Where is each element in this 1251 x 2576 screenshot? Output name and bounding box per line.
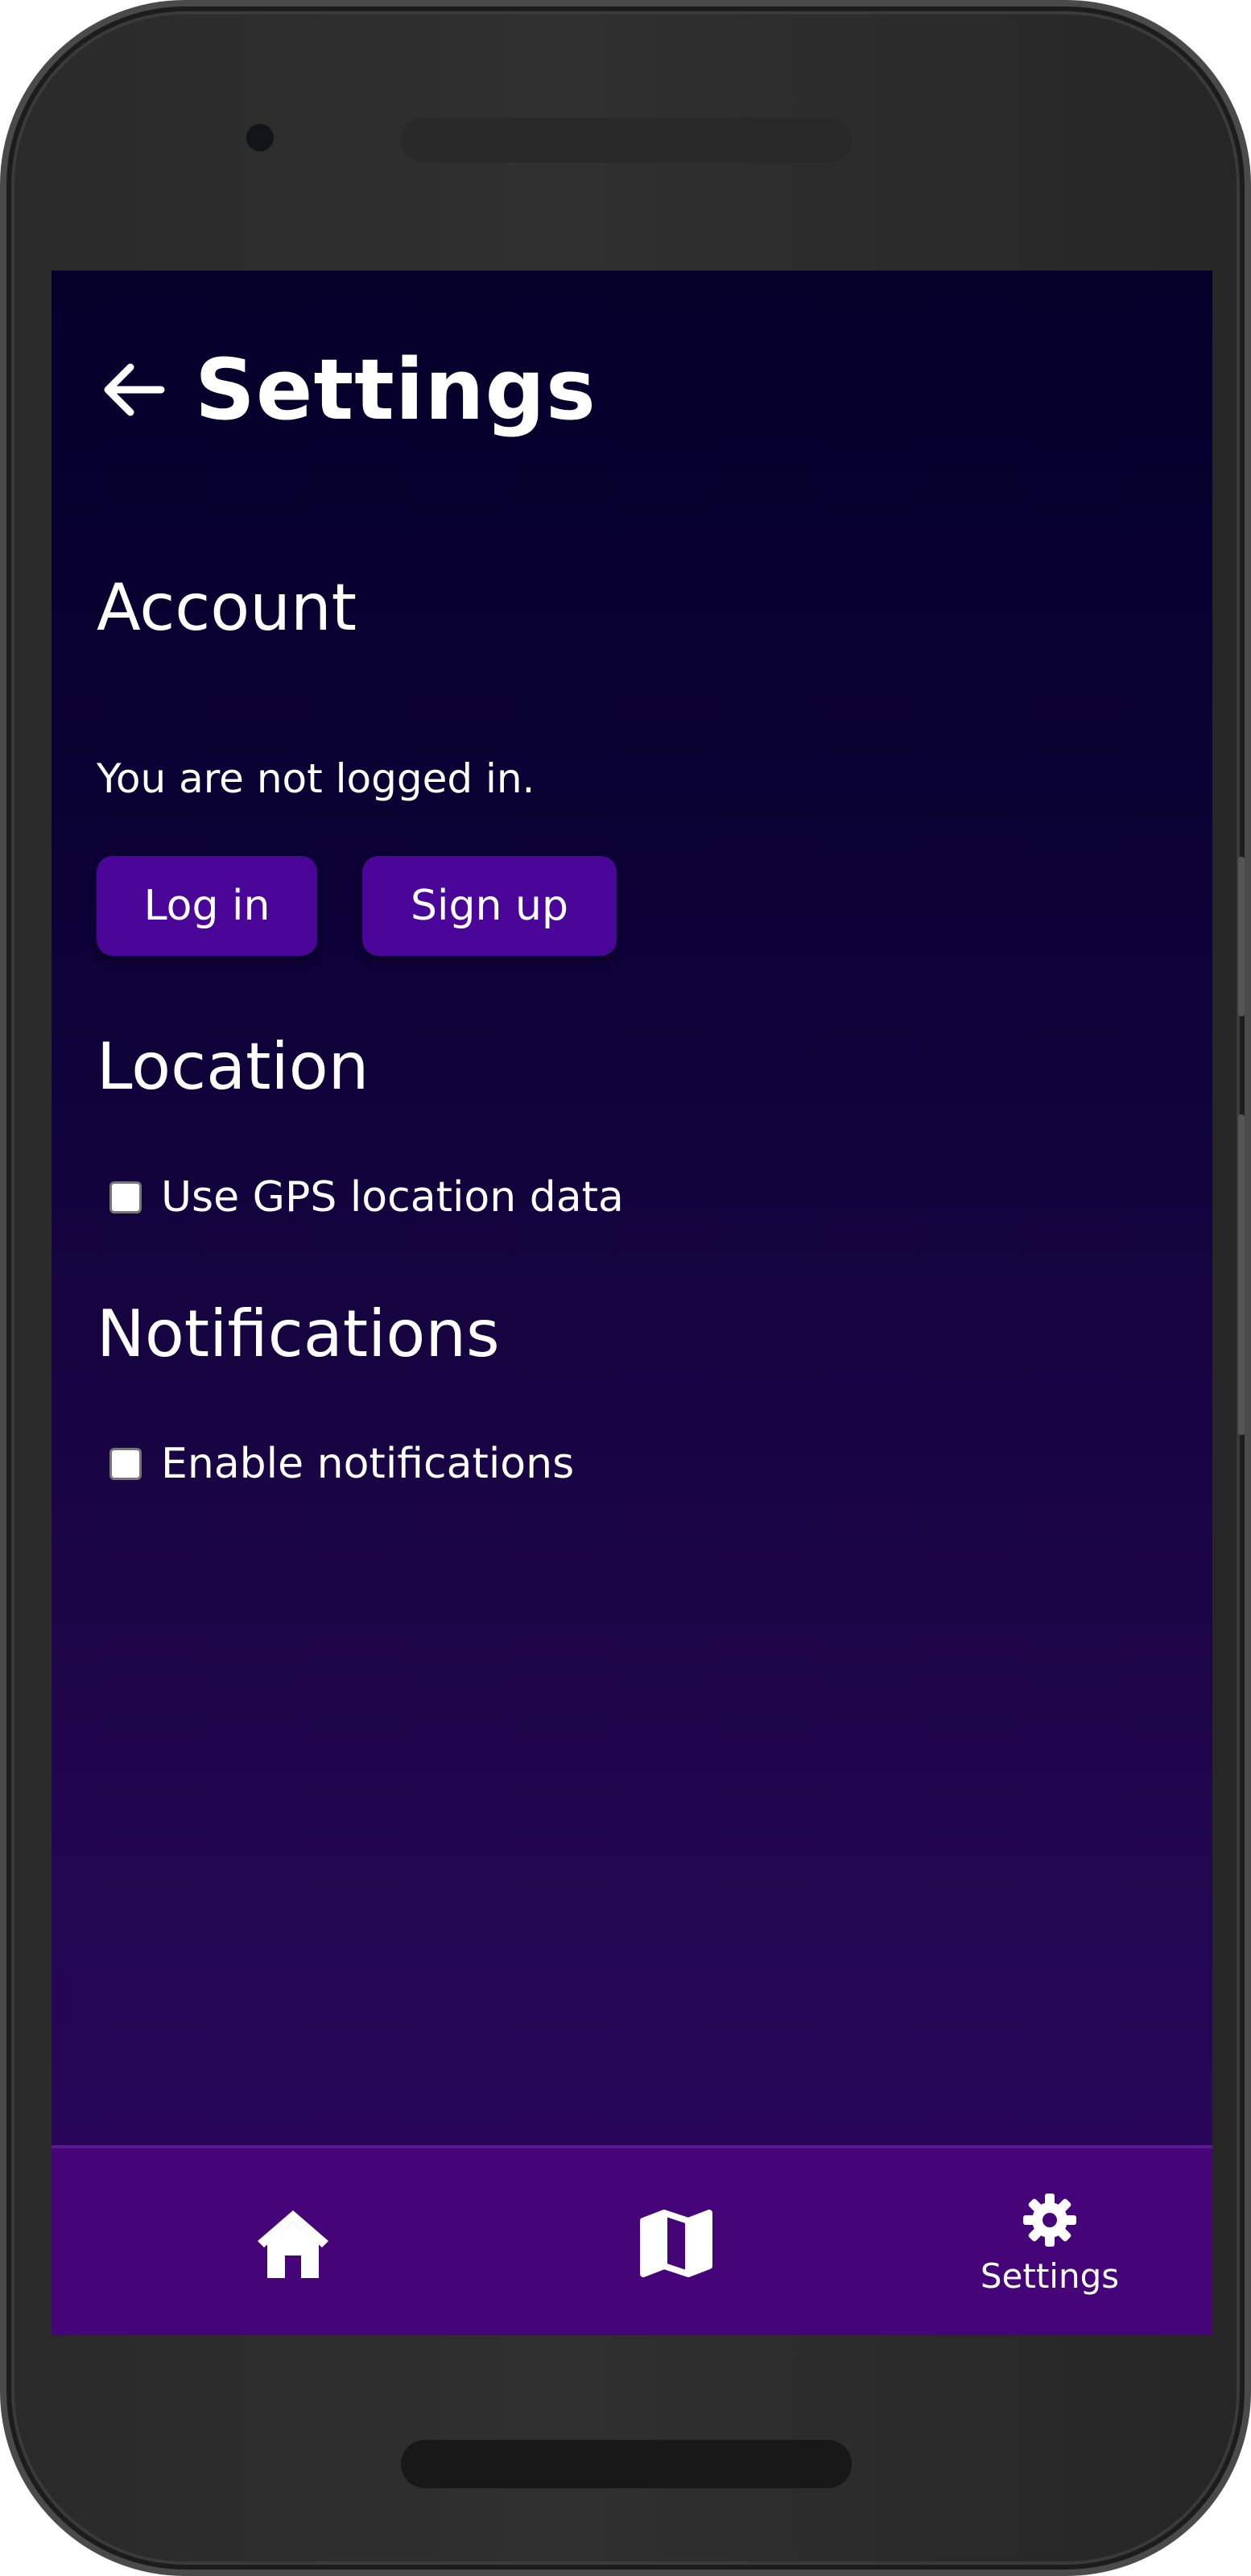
app-screen: Settings Account You are not logged in. … bbox=[52, 271, 1212, 2335]
phone-frame: Settings Account You are not logged in. … bbox=[0, 0, 1251, 2576]
login-button[interactable]: Log in bbox=[97, 856, 317, 956]
bottom-navigation: Settings bbox=[52, 2145, 1212, 2335]
home-icon bbox=[258, 2210, 328, 2278]
page-header: Settings bbox=[100, 341, 597, 439]
notifications-label: Enable notifications bbox=[161, 1440, 575, 1488]
notifications-checkbox[interactable] bbox=[109, 1448, 142, 1480]
location-heading: Location bbox=[97, 1029, 370, 1104]
nav-settings-label: Settings bbox=[980, 2256, 1120, 2296]
front-camera bbox=[246, 124, 274, 151]
power-button bbox=[1238, 1114, 1245, 1435]
arrow-left-icon[interactable] bbox=[100, 356, 167, 424]
page-title: Settings bbox=[195, 341, 597, 439]
account-heading: Account bbox=[97, 570, 357, 645]
notifications-option[interactable]: Enable notifications bbox=[109, 1440, 574, 1488]
login-status-text: You are not logged in. bbox=[97, 755, 535, 802]
map-icon bbox=[640, 2210, 712, 2277]
nav-home[interactable] bbox=[188, 2148, 398, 2335]
nav-map[interactable] bbox=[572, 2148, 781, 2335]
earpiece-speaker bbox=[401, 118, 852, 163]
gear-icon bbox=[1023, 2193, 1076, 2247]
notifications-heading: Notifications bbox=[97, 1296, 500, 1371]
signup-button[interactable]: Sign up bbox=[362, 856, 617, 956]
gps-option[interactable]: Use GPS location data bbox=[109, 1173, 624, 1222]
volume-button bbox=[1238, 857, 1245, 1016]
gps-checkbox[interactable] bbox=[109, 1181, 142, 1214]
gps-label: Use GPS location data bbox=[161, 1173, 624, 1222]
nav-settings[interactable]: Settings bbox=[945, 2148, 1154, 2335]
bottom-speaker bbox=[401, 2440, 852, 2488]
